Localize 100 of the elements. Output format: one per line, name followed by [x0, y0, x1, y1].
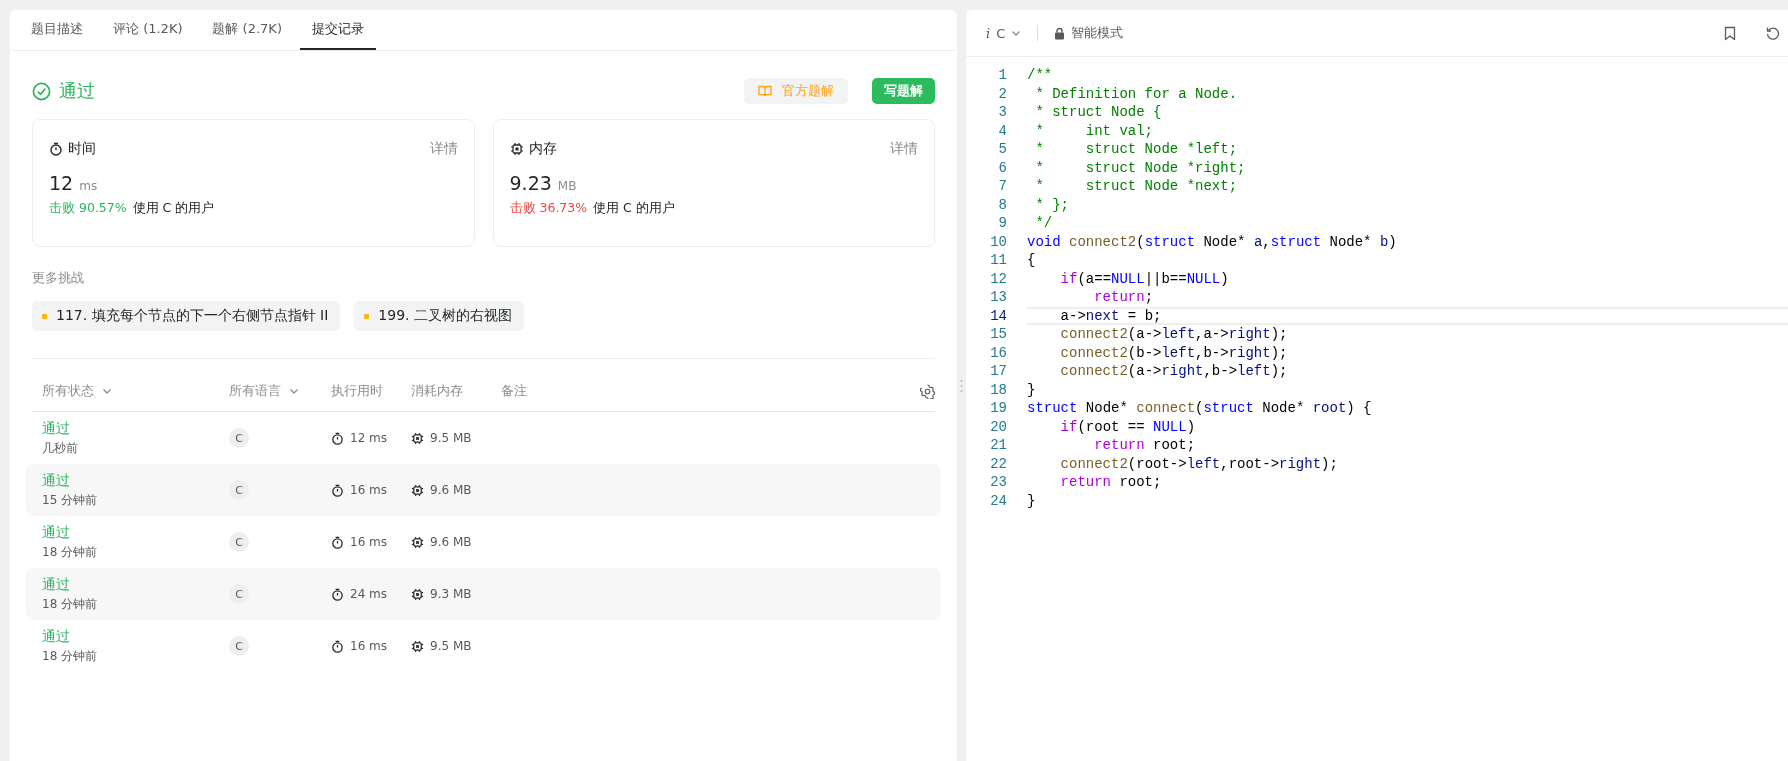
tab[interactable]: 题目描述 [19, 10, 95, 50]
code-line: * Definition for a Node. [1034, 84, 1239, 103]
code-line: connect2(a->right,b->left); [1059, 362, 1289, 381]
detail-link[interactable]: 详情 [429, 140, 458, 158]
lock-icon [1054, 26, 1066, 40]
beat-caption: 使用 C 的用户 [132, 200, 215, 217]
column-header: 执行用时 [331, 382, 383, 400]
line-number: 24 [989, 492, 1007, 509]
language-selector[interactable]: C [996, 25, 1006, 41]
challenge-chip[interactable]: 199. 二叉树的右视图 [354, 301, 524, 331]
settings-icon[interactable] [920, 383, 935, 399]
line-number: 9 [997, 215, 1007, 232]
language-glyph[interactable]: i [986, 25, 991, 41]
time-ago: 几秒前 [42, 439, 78, 457]
time-ago: 18 分钟前 [42, 595, 98, 613]
line-number: 18 [989, 381, 1007, 398]
chip-icon [411, 431, 424, 445]
code-line: { [1027, 251, 1037, 270]
stat-value: 9.23 [509, 172, 552, 194]
chevron-down-icon [1011, 28, 1022, 38]
column-header[interactable]: 所有语言 [229, 382, 281, 400]
beat-rate: 击败 90.57% [49, 200, 127, 217]
stopwatch-icon [331, 483, 344, 497]
line-number: 17 [989, 363, 1007, 380]
runtime: 16 ms [350, 535, 388, 549]
detail-link[interactable]: 详情 [890, 140, 918, 158]
status-link[interactable]: 通过 [42, 523, 70, 542]
status-link[interactable]: 通过 [42, 627, 70, 646]
line-number: 21 [989, 437, 1007, 454]
stat-unit: ms [79, 179, 98, 193]
code-line: * int val; [1034, 121, 1155, 140]
stat-title: 时间 [68, 140, 96, 158]
chip-icon [411, 535, 424, 549]
code-line: return root; [1093, 436, 1197, 455]
section-heading: 更多挑战 [32, 269, 84, 287]
chevron-down-icon[interactable] [102, 386, 112, 396]
code-line: * struct Node *right; [1034, 158, 1247, 177]
code-line: if(root == NULL) [1059, 417, 1197, 436]
language-badge: C [229, 428, 249, 448]
code-line: } [1027, 491, 1037, 510]
code-line: a->next = b; [1027, 306, 1788, 325]
book-icon [758, 85, 772, 97]
code-line: * }; [1034, 195, 1070, 214]
line-number: 20 [989, 418, 1007, 435]
runtime: 12 ms [350, 431, 388, 445]
challenge-chip[interactable]: 117. 填充每个节点的下一个右侧节点指针 II [32, 301, 341, 331]
line-number: 11 [989, 252, 1007, 269]
line-number: 4 [997, 122, 1007, 139]
column-header[interactable]: 所有状态 [42, 382, 94, 400]
line-number: 2 [997, 85, 1007, 102]
line-number: 16 [989, 344, 1007, 361]
stopwatch-icon [331, 431, 344, 445]
stat-value: 12 [49, 172, 74, 194]
mode-label[interactable]: 智能模式 [1071, 24, 1124, 42]
stopwatch-icon [331, 587, 344, 601]
code-line: */ [1034, 214, 1054, 233]
line-number: 5 [997, 141, 1007, 158]
stopwatch-icon [331, 639, 344, 653]
beat-rate: 击败 36.73% [509, 200, 588, 217]
memory-usage: 9.6 MB [430, 535, 472, 549]
runtime: 24 ms [350, 587, 388, 601]
code-line: connect2(a->left,a->right); [1059, 325, 1289, 344]
status-link[interactable]: 通过 [42, 575, 70, 594]
code-line: return root; [1059, 473, 1163, 492]
line-number: 23 [989, 474, 1007, 491]
drag-handle-icon[interactable] [960, 378, 963, 393]
beat-caption: 使用 C 的用户 [593, 200, 675, 217]
official-solution-button[interactable]: 官方题解 [744, 78, 848, 104]
line-number: 14 [989, 307, 1007, 324]
bookmark-icon[interactable] [1724, 25, 1736, 41]
line-number: 6 [997, 159, 1007, 176]
chip-icon [411, 587, 424, 601]
status-link[interactable]: 通过 [42, 471, 70, 490]
code-line: /** [1027, 66, 1054, 85]
tab[interactable]: 提交记录 [299, 10, 376, 50]
code-line: connect2(b->left,b->right); [1059, 343, 1289, 362]
tab[interactable]: 评论 (1.2K) [101, 10, 195, 50]
time-ago: 18 分钟前 [42, 647, 98, 665]
code-line: void connect2(struct Node* a,struct Node* b) [1027, 232, 1398, 251]
chip-icon [411, 639, 424, 653]
reset-icon[interactable] [1766, 26, 1780, 40]
code-line: connect2(root->left,root->right); [1059, 454, 1339, 473]
chevron-down-icon[interactable] [289, 386, 299, 396]
stat-title: 内存 [528, 140, 557, 158]
write-solution-button[interactable]: 写题解 [872, 78, 935, 104]
line-number: 13 [989, 289, 1007, 306]
code-line: * struct Node *left; [1034, 140, 1239, 159]
code-line: * struct Node { [1034, 103, 1163, 122]
chip-icon [509, 142, 524, 156]
column-header: 消耗内存 [411, 382, 463, 400]
stat-unit: MB [557, 179, 577, 193]
line-number: 15 [989, 326, 1007, 343]
code-line: * struct Node *next; [1034, 177, 1239, 196]
memory-usage: 9.3 MB [430, 587, 472, 601]
line-number: 3 [997, 104, 1007, 121]
memory-usage: 9.6 MB [430, 483, 472, 497]
stopwatch-icon [49, 142, 63, 156]
status-link[interactable]: 通过 [42, 419, 70, 438]
tab[interactable]: 题解 (2.7K) [200, 10, 294, 50]
stopwatch-icon [331, 535, 344, 549]
